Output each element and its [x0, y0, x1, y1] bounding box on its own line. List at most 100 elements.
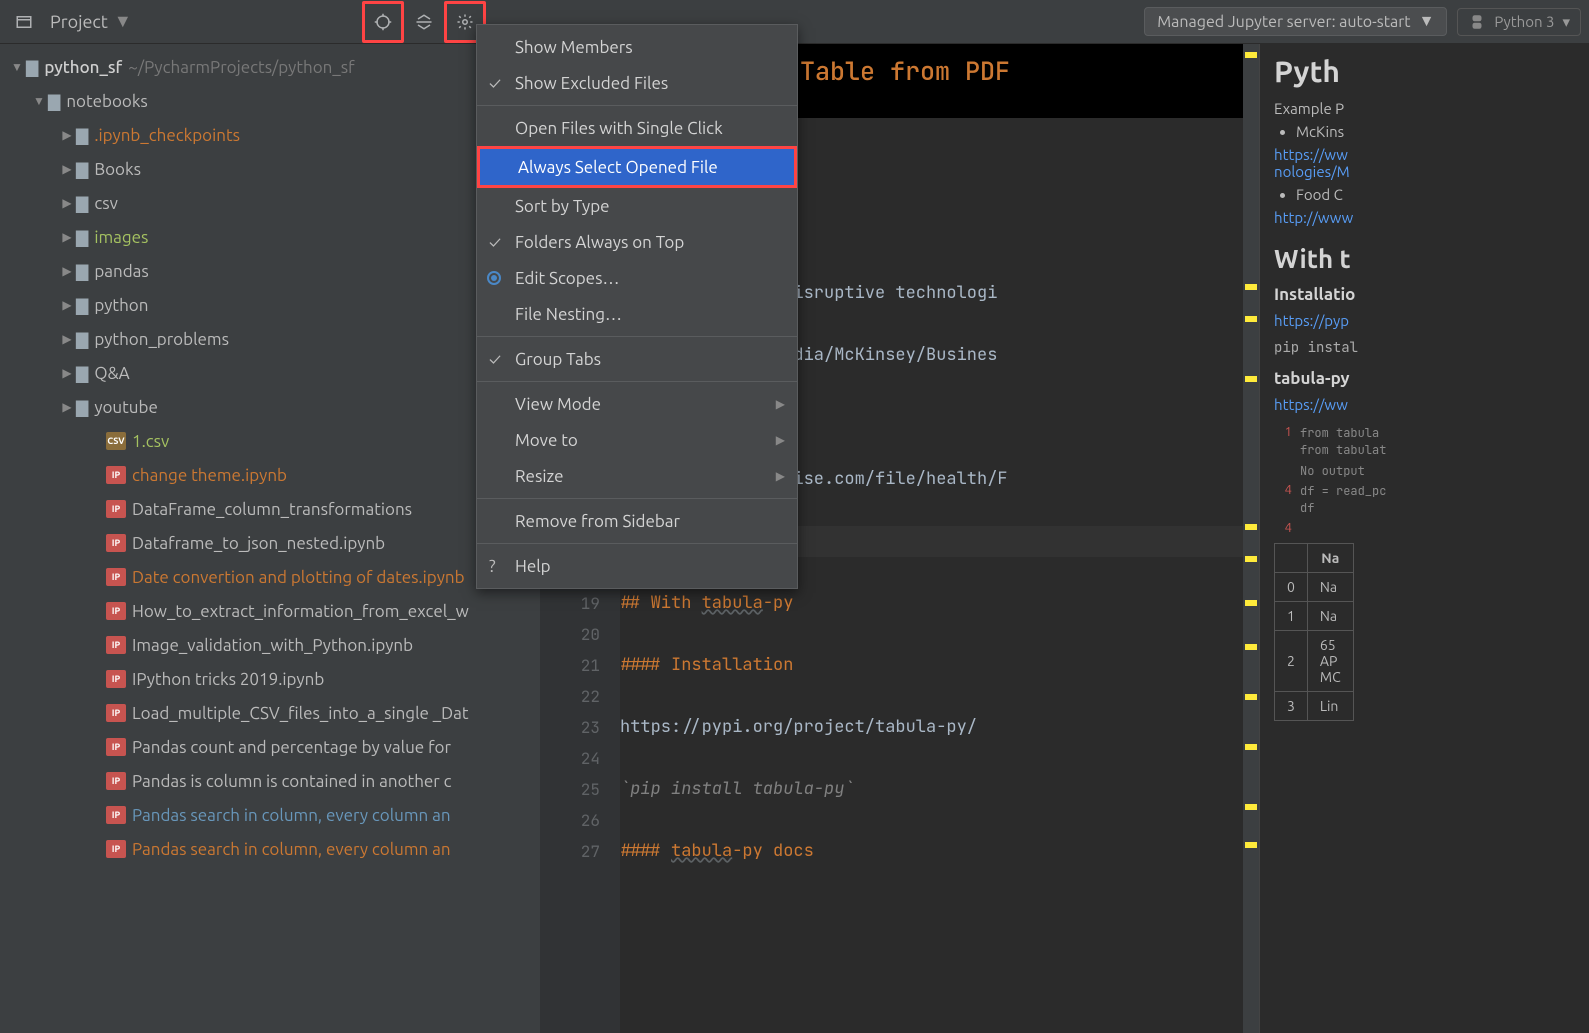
chevron-right-icon: ▶ [776, 469, 785, 483]
tree-folder[interactable]: ▶ ▇ Q&A [0, 356, 540, 390]
tree-folder[interactable]: ▶ ▇ pandas [0, 254, 540, 288]
tree-file[interactable]: CSV 1.csv [0, 424, 540, 458]
menu-item[interactable]: Open Files with Single Click [477, 110, 797, 146]
file-icon: IP [106, 806, 126, 824]
tree-folder[interactable]: ▶ ▇ python_problems [0, 322, 540, 356]
folder-name: csv [94, 194, 118, 213]
file-name: Dataframe_to_json_nested.ipynb [132, 534, 385, 553]
python-icon [1468, 13, 1486, 31]
collapse-all-icon[interactable] [408, 6, 440, 38]
file-icon: IP [106, 602, 126, 620]
file-name: How_to_extract_information_from_excel_w [132, 602, 469, 621]
tree-file[interactable]: IP Date convertion and plotting of dates… [0, 560, 540, 594]
menu-item[interactable]: Show Members [477, 29, 797, 65]
python-label: Python 3 [1494, 13, 1554, 30]
file-icon: IP [106, 840, 126, 858]
chevron-right-icon: ▶ [58, 196, 76, 210]
file-icon: IP [106, 704, 126, 722]
menu-label: Resize [515, 467, 564, 486]
menu-label: Move to [515, 431, 578, 450]
menu-label: View Mode [515, 395, 601, 414]
chevron-down-icon: ▼ [8, 60, 26, 74]
file-icon: IP [106, 534, 126, 552]
file-icon: IP [106, 670, 126, 688]
menu-item[interactable]: Move to▶ [477, 422, 797, 458]
menu-item[interactable]: ✓Show Excluded Files [477, 65, 797, 101]
radio-icon [487, 271, 501, 285]
file-name: change theme.ipynb [132, 466, 287, 485]
tree-file[interactable]: IP Pandas search in column, every column… [0, 832, 540, 866]
chevron-down-icon: ▼ [1419, 12, 1435, 31]
chevron-right-icon: ▶ [58, 162, 76, 176]
folder-icon: ▇ [76, 296, 88, 315]
preview-panel: Pyth Example P McKins https://ww nologie… [1259, 44, 1589, 1033]
project-label: Project [50, 12, 108, 32]
tree-folder[interactable]: ▶ ▇ csv [0, 186, 540, 220]
preview-link[interactable]: https://pyp [1274, 312, 1349, 329]
file-name: Pandas is column is contained in another… [132, 772, 452, 791]
tree-file[interactable]: IP Image_validation_with_Python.ipynb [0, 628, 540, 662]
chevron-down-icon: ▼ [30, 94, 48, 108]
preview-link[interactable]: http://www [1274, 209, 1353, 226]
menu-item[interactable]: File Nesting… [477, 296, 797, 332]
file-icon: IP [106, 636, 126, 654]
example-label: Example P [1274, 100, 1575, 117]
tree-folder[interactable]: ▶ ▇ python [0, 288, 540, 322]
menu-item[interactable]: Remove from Sidebar [477, 503, 797, 539]
tree-file[interactable]: IP DataFrame_column_transformations [0, 492, 540, 526]
preview-link[interactable]: nologies/M [1274, 163, 1350, 180]
folder-icon: ▇ [76, 228, 88, 247]
locate-icon[interactable] [367, 6, 399, 38]
file-icon: IP [106, 738, 126, 756]
tree-file[interactable]: IP Pandas count and percentage by value … [0, 730, 540, 764]
menu-item[interactable]: Sort by Type [477, 188, 797, 224]
tree-file[interactable]: IP change theme.ipynb [0, 458, 540, 492]
root-name: python_sf [44, 58, 122, 77]
preview-link[interactable]: https://ww [1274, 146, 1348, 163]
tree-folder[interactable]: ▼ ▇ notebooks [0, 84, 540, 118]
tree-file[interactable]: IP Pandas is column is contained in anot… [0, 764, 540, 798]
file-name: DataFrame_column_transformations [132, 500, 412, 519]
preview-link[interactable]: https://ww [1274, 396, 1348, 413]
folder-icon: ▇ [76, 194, 88, 213]
project-dropdown[interactable]: Project ▼ [44, 11, 138, 32]
marker-strip[interactable] [1243, 44, 1259, 1033]
menu-item[interactable]: ✓Group Tabs [477, 341, 797, 377]
tree-folder[interactable]: ▶ ▇ images [0, 220, 540, 254]
root-path: ~/PycharmProjects/python_sf [128, 58, 354, 77]
tree-root[interactable]: ▼ ▇ python_sf ~/PycharmProjects/python_s… [0, 50, 540, 84]
folder-name: images [94, 228, 148, 247]
jupyter-server-dropdown[interactable]: Managed Jupyter server: auto-start ▼ [1144, 7, 1447, 36]
file-name: Pandas search in column, every column an [132, 840, 451, 859]
file-name: IPython tricks 2019.ipynb [132, 670, 324, 689]
menu-item[interactable]: Resize ▶ [477, 458, 797, 494]
file-name: Date convertion and plotting of dates.ip… [132, 568, 465, 587]
tree-file[interactable]: IP Dataframe_to_json_nested.ipynb [0, 526, 540, 560]
menu-label: Help [515, 557, 551, 576]
menu-item[interactable]: Edit Scopes… [477, 260, 797, 296]
python-interp-dropdown[interactable]: Python 3 ▾ [1457, 8, 1581, 36]
tree-folder[interactable]: ▶ ▇ Books [0, 152, 540, 186]
tree-file[interactable]: IP IPython tricks 2019.ipynb [0, 662, 540, 696]
tree-file[interactable]: IP How_to_extract_information_from_excel… [0, 594, 540, 628]
tree-file[interactable]: IP Load_multiple_CSV_files_into_a_single… [0, 696, 540, 730]
menu-item[interactable]: View Mode ▶ [477, 386, 797, 422]
project-tree: ▼ ▇ python_sf ~/PycharmProjects/python_s… [0, 44, 540, 1033]
chevron-right-icon: ▶ [58, 298, 76, 312]
file-icon: CSV [106, 432, 126, 450]
folder-icon: ▇ [76, 398, 88, 417]
tree-file[interactable]: IP Pandas search in column, every column… [0, 798, 540, 832]
menu-item[interactable]: ?Help [477, 548, 797, 584]
chevron-right-icon: ▶ [776, 397, 785, 411]
folder-name: python_problems [94, 330, 229, 349]
menu-label: File Nesting… [515, 305, 622, 324]
tree-folder[interactable]: ▶ ▇ youtube [0, 390, 540, 424]
tree-folder[interactable]: ▶ ▇ .ipynb_checkpoints [0, 118, 540, 152]
menu-item[interactable]: Always Select Opened File [480, 149, 794, 185]
menu-item[interactable]: ✓Folders Always on Top [477, 224, 797, 260]
project-settings-menu: Show Members✓Show Excluded Files Open Fil… [476, 24, 798, 589]
folder-name: Books [94, 160, 141, 179]
chevron-right-icon: ▶ [58, 128, 76, 142]
file-icon: IP [106, 772, 126, 790]
menu-label: Always Select Opened File [518, 158, 718, 177]
